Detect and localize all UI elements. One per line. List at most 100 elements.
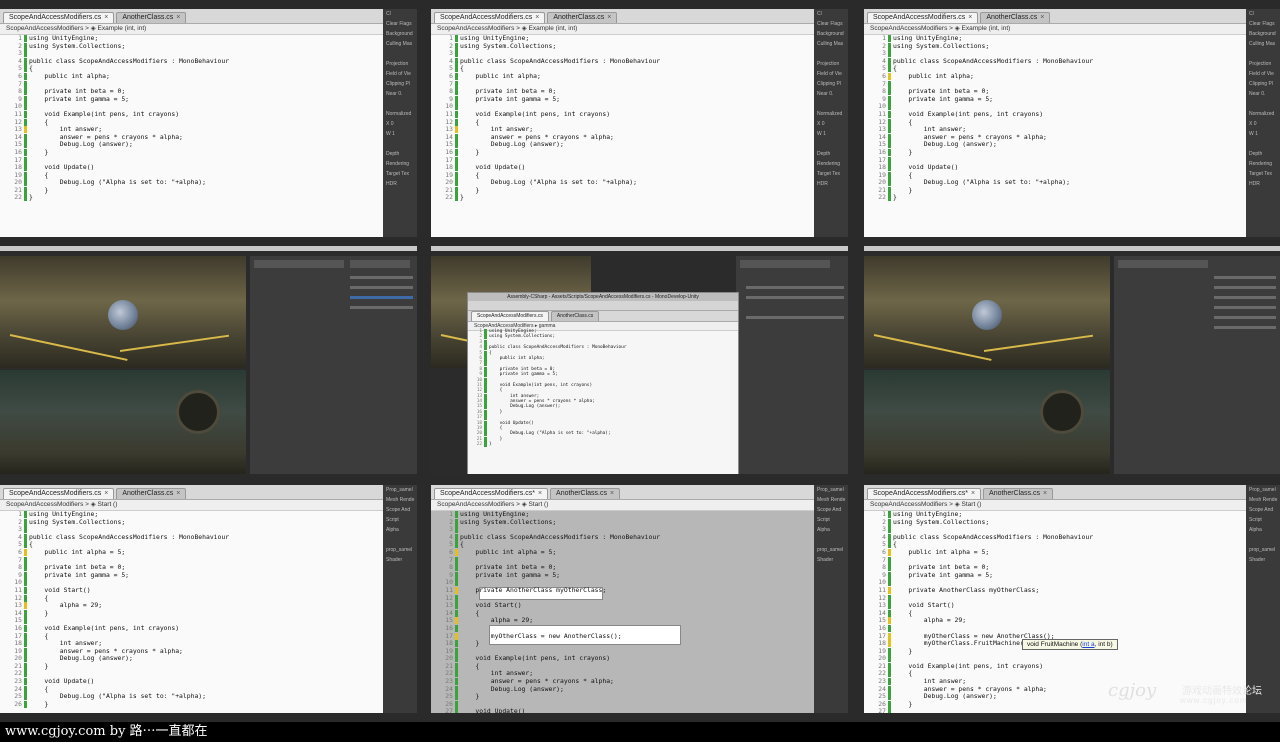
code-line[interactable]: 2 using System.Collections; [864,518,1280,527]
tab-scope[interactable]: ScopeAndAccessModifiers.cs × [867,12,979,23]
tab-scope[interactable]: ScopeAndAccessModifiers.cs [471,311,549,321]
code-line[interactable]: 2 using System.Collections; [431,518,848,527]
code-line[interactable]: 11 void Start() [0,586,417,595]
code-line[interactable]: 16 } [431,148,848,157]
close-icon[interactable]: × [607,14,611,21]
code-area[interactable]: 1 using UnityEngine; 2 using System.Collect… [431,34,848,237]
tab-scope[interactable]: ScopeAndAccessModifiers.cs × [434,12,546,23]
menu-bar[interactable] [431,246,848,251]
code-line[interactable]: 6 public int alpha; [431,72,848,81]
tab-another[interactable]: AnotherClass.cs × [983,488,1054,499]
tab-another[interactable]: AnotherClass.cs × [547,12,618,23]
code-line[interactable]: 21 void Example(int pens, int crayons) [864,662,1280,671]
close-icon[interactable]: × [538,490,542,497]
game-viewport[interactable] [0,370,246,474]
code-line[interactable]: 11 void Example(int pens, int crayons) [0,110,417,119]
code-line[interactable]: 15 Debug.Log (answer); [431,141,848,149]
tab-scope[interactable]: ScopeAndAccessModifiers.cs × [3,488,115,499]
code-line[interactable]: 13 void Start() [431,601,848,610]
code-line[interactable]: 20 void Example(int pens, int crayons) [431,654,848,663]
code-line[interactable]: 20 Debug.Log ("Alpha is set to: "+alpha)… [431,178,848,187]
code-line[interactable]: 6 public int alpha = 5; [431,548,848,557]
code-line[interactable]: 15 alpha = 29; [864,617,1280,625]
code-line[interactable]: 4 public class ScopeAndAccessModifiers : … [864,533,1280,542]
code-area[interactable]: 1 using UnityEngine; 2 using System.Collect… [0,510,417,713]
code-line[interactable]: 6 public int alpha; [0,72,417,81]
sphere-object[interactable] [972,300,1002,330]
code-line[interactable]: 9 private int gamma = 5; [0,571,417,580]
code-line[interactable]: 21 } [864,186,1280,195]
code-line[interactable]: 22} [864,194,1280,202]
menu-bar[interactable] [0,246,417,251]
scene-viewport[interactable] [0,256,246,368]
code-line[interactable]: 17 myOtherClass = new AnotherClass(); [431,632,848,641]
code-line[interactable]: 27 void Update() [431,708,848,713]
code-line[interactable]: 18 void Update() [864,163,1280,172]
code-area[interactable]: 1 using UnityEngine; 2 using System.Collect… [0,34,417,237]
code-line[interactable]: 20 Debug.Log ("Alpha is set to: "+alpha)… [864,178,1280,187]
code-line[interactable]: 15 alpha = 29; [431,617,848,625]
code-line[interactable]: 6 public int alpha = 5; [864,548,1280,557]
code-line[interactable]: 4 public class ScopeAndAccessModifiers : … [864,57,1280,66]
close-icon[interactable]: × [1043,490,1047,497]
monodevelop-window[interactable]: Assembly-CSharp - Assets/Scripts/ScopeAn… [467,292,739,474]
toolbar[interactable] [468,301,738,311]
code-line[interactable]: 23 void Update() [0,677,417,686]
menu-bar[interactable] [864,246,1280,251]
code-line[interactable]: 9 private int gamma = 5; [431,95,848,104]
code-line[interactable]: 21 } [431,186,848,195]
code-line[interactable]: 27 [864,708,1280,713]
code-line[interactable]: 11 private AnotherClass myOtherClass; [864,586,1280,595]
code-line[interactable]: 9 private int gamma = 5; [864,95,1280,104]
tab-scope[interactable]: ScopeAndAccessModifiers.cs × [3,12,115,23]
code-line[interactable]: 15 Debug.Log (answer); [864,141,1280,149]
code-area[interactable]: 1 using UnityEngine; 2 using System.Collect… [468,329,738,474]
close-icon[interactable]: × [610,490,614,497]
code-line[interactable]: 4 public class ScopeAndAccessModifiers : … [0,533,417,542]
code-line[interactable]: 13 void Start() [864,601,1280,610]
code-area[interactable]: 1 using UnityEngine; 2 using System.Collect… [431,510,848,713]
code-line[interactable]: 21 } [0,662,417,671]
tab-another[interactable]: AnotherClass.cs × [550,488,621,499]
code-line[interactable]: 4 public class ScopeAndAccessModifiers : … [431,533,848,542]
code-line[interactable]: 4 public class ScopeAndAccessModifiers : … [431,57,848,66]
sphere-object[interactable] [108,300,138,330]
close-icon[interactable]: × [176,14,180,21]
code-line[interactable]: 2 using System.Collections; [864,42,1280,51]
tab-scope[interactable]: ScopeAndAccessModifiers.cs* × [434,488,549,499]
code-line[interactable]: 11 void Example(int pens, int crayons) [864,110,1280,119]
tab-another[interactable]: AnotherClass.cs × [116,12,187,23]
code-line[interactable]: 11 private AnotherClass myOtherClass; [431,586,848,595]
tab-another[interactable]: AnotherClass.cs [550,311,600,321]
code-line[interactable]: 20 Debug.Log (answer); [0,654,417,663]
code-line[interactable]: 9 private int gamma = 5; [864,571,1280,580]
close-icon[interactable]: × [535,14,539,21]
code-line[interactable]: 20 Debug.Log ("Alpha is set to: "+alpha)… [0,178,417,187]
code-line[interactable]: 26 } [0,700,417,709]
tab-another[interactable]: AnotherClass.cs × [980,12,1051,23]
code-line[interactable]: 16 void Example(int pens, int crayons) [0,624,417,633]
code-area[interactable]: 1 using UnityEngine; 2 using System.Collect… [864,34,1280,237]
code-line[interactable]: 2 using System.Collections; [0,42,417,51]
code-line[interactable]: 9 private int gamma = 5; [0,95,417,104]
code-line[interactable]: 15 Debug.Log (answer); [0,141,417,149]
code-line[interactable]: 21 } [0,186,417,195]
game-viewport[interactable] [864,370,1110,474]
close-icon[interactable]: × [971,490,975,497]
code-line[interactable]: 11 void Example(int pens, int crayons) [431,110,848,119]
code-line[interactable]: 22} [431,194,848,202]
code-line[interactable]: 16 } [0,148,417,157]
code-line[interactable]: 25 } [431,692,848,701]
close-icon[interactable]: × [1040,14,1044,21]
code-line[interactable]: 22} [0,194,417,202]
close-icon[interactable]: × [104,14,108,21]
code-line[interactable]: 22} [468,442,738,448]
code-line[interactable]: 14 } [0,609,417,618]
code-line[interactable]: 2 using System.Collections; [431,42,848,51]
code-line[interactable]: 13 alpha = 29; [0,601,417,610]
code-line[interactable]: 9 private int gamma = 5; [431,571,848,580]
tab-another[interactable]: AnotherClass.cs × [116,488,187,499]
code-line[interactable]: 6 public int alpha; [864,72,1280,81]
code-line[interactable]: 2 using System.Collections; [0,518,417,527]
code-line[interactable]: 24 Debug.Log (answer); [431,685,848,694]
